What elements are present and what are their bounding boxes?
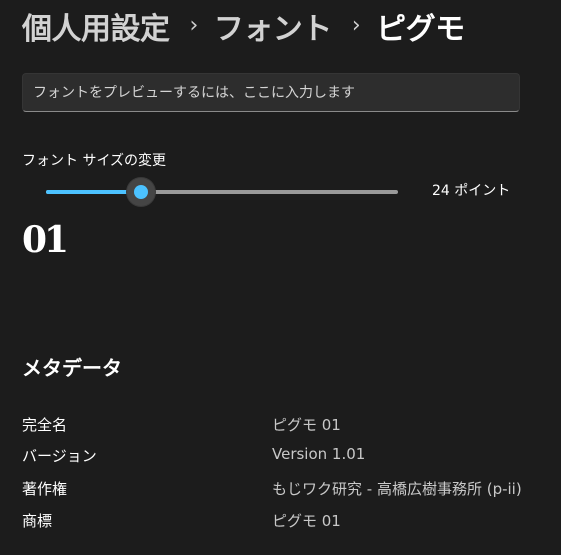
metadata-key: 商標 [22, 512, 53, 530]
font-size-label: フォント サイズの変更 [22, 153, 167, 169]
slider-thumb[interactable] [127, 178, 156, 206]
metadata-row-copyright: 著作権 もじワク研究 - 高橋広樹事務所 (p-ii) [22, 478, 552, 500]
metadata-heading: メタデータ [22, 356, 122, 380]
font-sample-text: 01 [22, 219, 69, 261]
breadcrumb-item-fonts[interactable]: フォント [214, 4, 333, 48]
metadata-value: Version 1.01 [272, 445, 366, 463]
chevron-right-icon: › [351, 12, 361, 38]
metadata-row-trademark: 商標 ピグモ 01 [22, 510, 552, 532]
metadata-row-version: バージョン Version 1.01 [22, 445, 552, 467]
font-preview-input[interactable] [22, 73, 520, 112]
metadata-value: ピグモ 01 [272, 512, 341, 530]
metadata-key: 著作権 [22, 480, 68, 498]
metadata-value: もじワク研究 - 高橋広樹事務所 (p-ii) [272, 480, 522, 498]
breadcrumb-item-personalization[interactable]: 個人用設定 [22, 4, 170, 48]
slider-thumb-dot [134, 185, 149, 199]
metadata-key: 完全名 [22, 416, 68, 434]
font-size-slider[interactable] [46, 178, 398, 206]
metadata-key: バージョン [22, 447, 97, 465]
breadcrumb-item-current-font: ピグモ [376, 12, 465, 47]
metadata-value: ピグモ 01 [272, 416, 341, 434]
chevron-right-icon: › [189, 12, 199, 38]
breadcrumb: 個人用設定 › フォント › ピグモ [22, 4, 465, 48]
metadata-row-full-name: 完全名 ピグモ 01 [22, 414, 552, 436]
font-size-value: 24 ポイント [432, 183, 511, 199]
